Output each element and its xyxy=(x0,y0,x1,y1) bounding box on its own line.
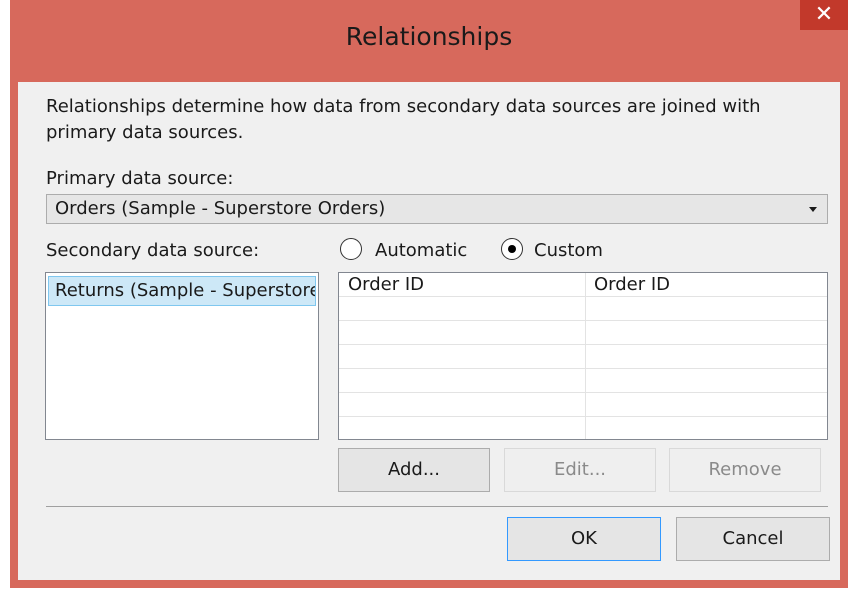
custom-radio[interactable] xyxy=(501,238,523,260)
relationships-dialog: Relationships ✕ Relationships determine … xyxy=(10,0,848,588)
dialog-title: Relationships xyxy=(345,22,513,51)
mapping-empty-row xyxy=(339,369,827,393)
mapping-empty-row xyxy=(339,393,827,417)
automatic-radio-label[interactable]: Automatic xyxy=(375,240,467,261)
dropdown-arrow-icon xyxy=(809,207,817,212)
primary-data-source-label: Primary data source: xyxy=(46,168,234,189)
edit-button[interactable]: Edit... xyxy=(504,448,656,492)
description-text: Relationships determine how data from se… xyxy=(46,96,761,143)
mapping-empty-row xyxy=(339,321,827,345)
secondary-field-cell: Order ID xyxy=(594,274,671,295)
secondary-list-item[interactable]: Returns (Sample - Superstore Returns) xyxy=(48,276,316,306)
automatic-radio[interactable] xyxy=(340,238,362,260)
close-icon: ✕ xyxy=(814,2,834,27)
title-bar[interactable]: Relationships ✕ xyxy=(10,0,848,82)
remove-button[interactable]: Remove xyxy=(669,448,821,492)
primary-field-cell: Order ID xyxy=(348,274,425,295)
close-button[interactable]: ✕ xyxy=(800,0,848,30)
mapping-empty-row xyxy=(339,345,827,369)
secondary-data-source-list[interactable]: Returns (Sample - Superstore Returns) xyxy=(45,272,319,440)
column-divider xyxy=(585,273,586,439)
custom-radio-label[interactable]: Custom xyxy=(534,240,603,261)
mapping-empty-row xyxy=(339,417,827,439)
primary-data-source-value: Orders (Sample - Superstore Orders) xyxy=(55,198,386,219)
radio-selected-dot xyxy=(508,245,516,253)
mapping-row[interactable]: Order ID Order ID xyxy=(339,273,827,297)
ok-button[interactable]: OK xyxy=(507,517,661,561)
mapping-empty-row xyxy=(339,297,827,321)
cancel-button[interactable]: Cancel xyxy=(676,517,830,561)
dialog-body: Relationships determine how data from se… xyxy=(18,82,840,580)
footer-separator xyxy=(46,506,828,507)
primary-data-source-dropdown[interactable]: Orders (Sample - Superstore Orders) xyxy=(46,194,828,224)
field-mapping-grid[interactable]: Order ID Order ID xyxy=(338,272,828,440)
add-button[interactable]: Add... xyxy=(338,448,490,492)
secondary-data-source-label: Secondary data source: xyxy=(46,240,260,261)
